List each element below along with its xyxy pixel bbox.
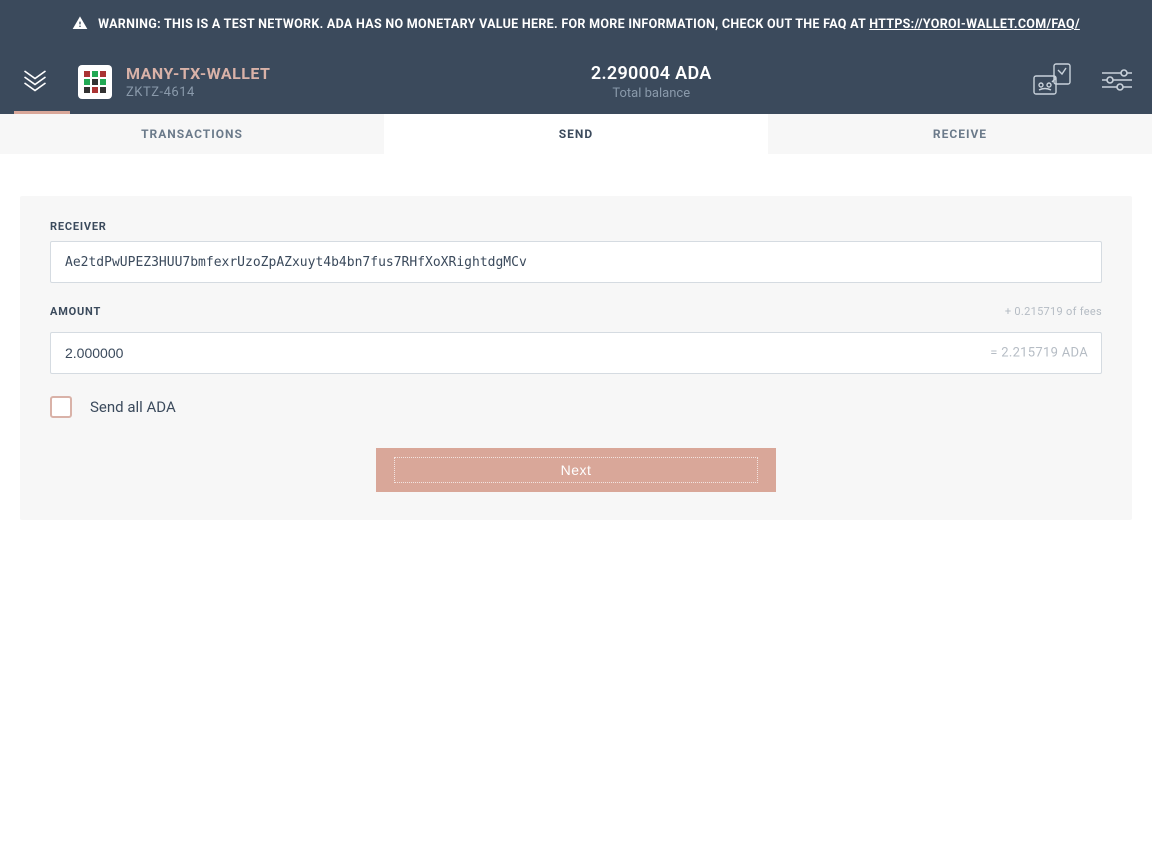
wallet-header: MANY-TX-WALLET ZKTZ-4614 2.290004 ADA To… — [0, 50, 1152, 114]
next-button[interactable]: Next — [376, 448, 776, 492]
warning-text: WARNING: THIS IS A TEST NETWORK. ADA HAS… — [98, 17, 869, 32]
wallet-avatar — [78, 65, 112, 99]
wallet-name: MANY-TX-WALLET — [126, 64, 270, 83]
warning-faq-link[interactable]: HTTPS://YOROI-WALLET.COM/FAQ/ — [869, 17, 1080, 32]
main-tabs: TRANSACTIONS SEND RECEIVE — [0, 114, 1152, 154]
wallet-id: ZKTZ-4614 — [126, 85, 270, 100]
amount-input[interactable] — [50, 332, 1102, 374]
tab-send[interactable]: SEND — [384, 114, 768, 154]
amount-label: AMOUNT — [50, 305, 101, 318]
tab-receive[interactable]: RECEIVE — [768, 114, 1152, 154]
settings-icon[interactable] — [1102, 68, 1132, 96]
paper-wallet-icon[interactable] — [1032, 62, 1074, 102]
warning-banner: WARNING: THIS IS A TEST NETWORK. ADA HAS… — [0, 0, 1152, 50]
balance-label: Total balance — [270, 86, 1032, 101]
send-form: RECEIVER AMOUNT + 0.215719 of fees = 2.2… — [20, 196, 1132, 520]
app-logo-icon[interactable] — [20, 65, 50, 99]
fees-hint: + 0.215719 of fees — [1005, 305, 1102, 318]
amount-total: = 2.215719 ADA — [990, 346, 1088, 361]
balance-amount: 2.290004 ADA — [270, 63, 1032, 84]
send-all-checkbox[interactable] — [50, 396, 72, 418]
send-all-label: Send all ADA — [90, 398, 176, 416]
logo-active-indicator — [14, 111, 70, 114]
tab-transactions[interactable]: TRANSACTIONS — [0, 114, 384, 154]
receiver-input[interactable] — [50, 241, 1102, 283]
warning-icon — [72, 15, 88, 35]
receiver-label: RECEIVER — [50, 220, 1102, 233]
